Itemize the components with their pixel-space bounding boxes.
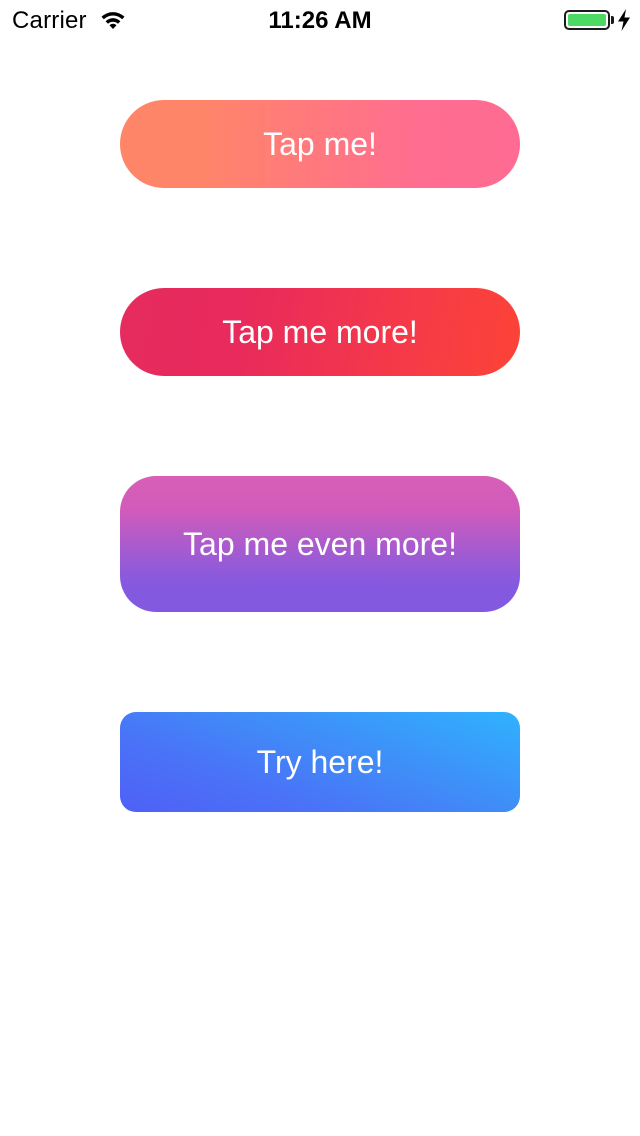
app-screen: Carrier 11:26 AM Tap me! Tap me more! Ta… [0,0,640,1136]
tap-me-even-more-button[interactable]: Tap me even more! [120,476,520,612]
tap-me-button[interactable]: Tap me! [120,100,520,188]
tap-me-even-more-button-label: Tap me even more! [183,525,457,562]
try-here-button-label: Try here! [256,743,384,780]
try-here-button[interactable]: Try here! [120,712,520,812]
tap-me-button-label: Tap me! [263,125,377,162]
tap-me-more-button[interactable]: Tap me more! [120,288,520,376]
battery-level [568,14,606,26]
status-bar: Carrier 11:26 AM [0,0,640,40]
tap-me-more-button-label: Tap me more! [222,313,418,350]
battery-cap [611,16,614,24]
battery-icon [564,10,610,30]
clock-time: 11:26 AM [268,7,372,34]
charging-bolt-icon [618,9,630,31]
